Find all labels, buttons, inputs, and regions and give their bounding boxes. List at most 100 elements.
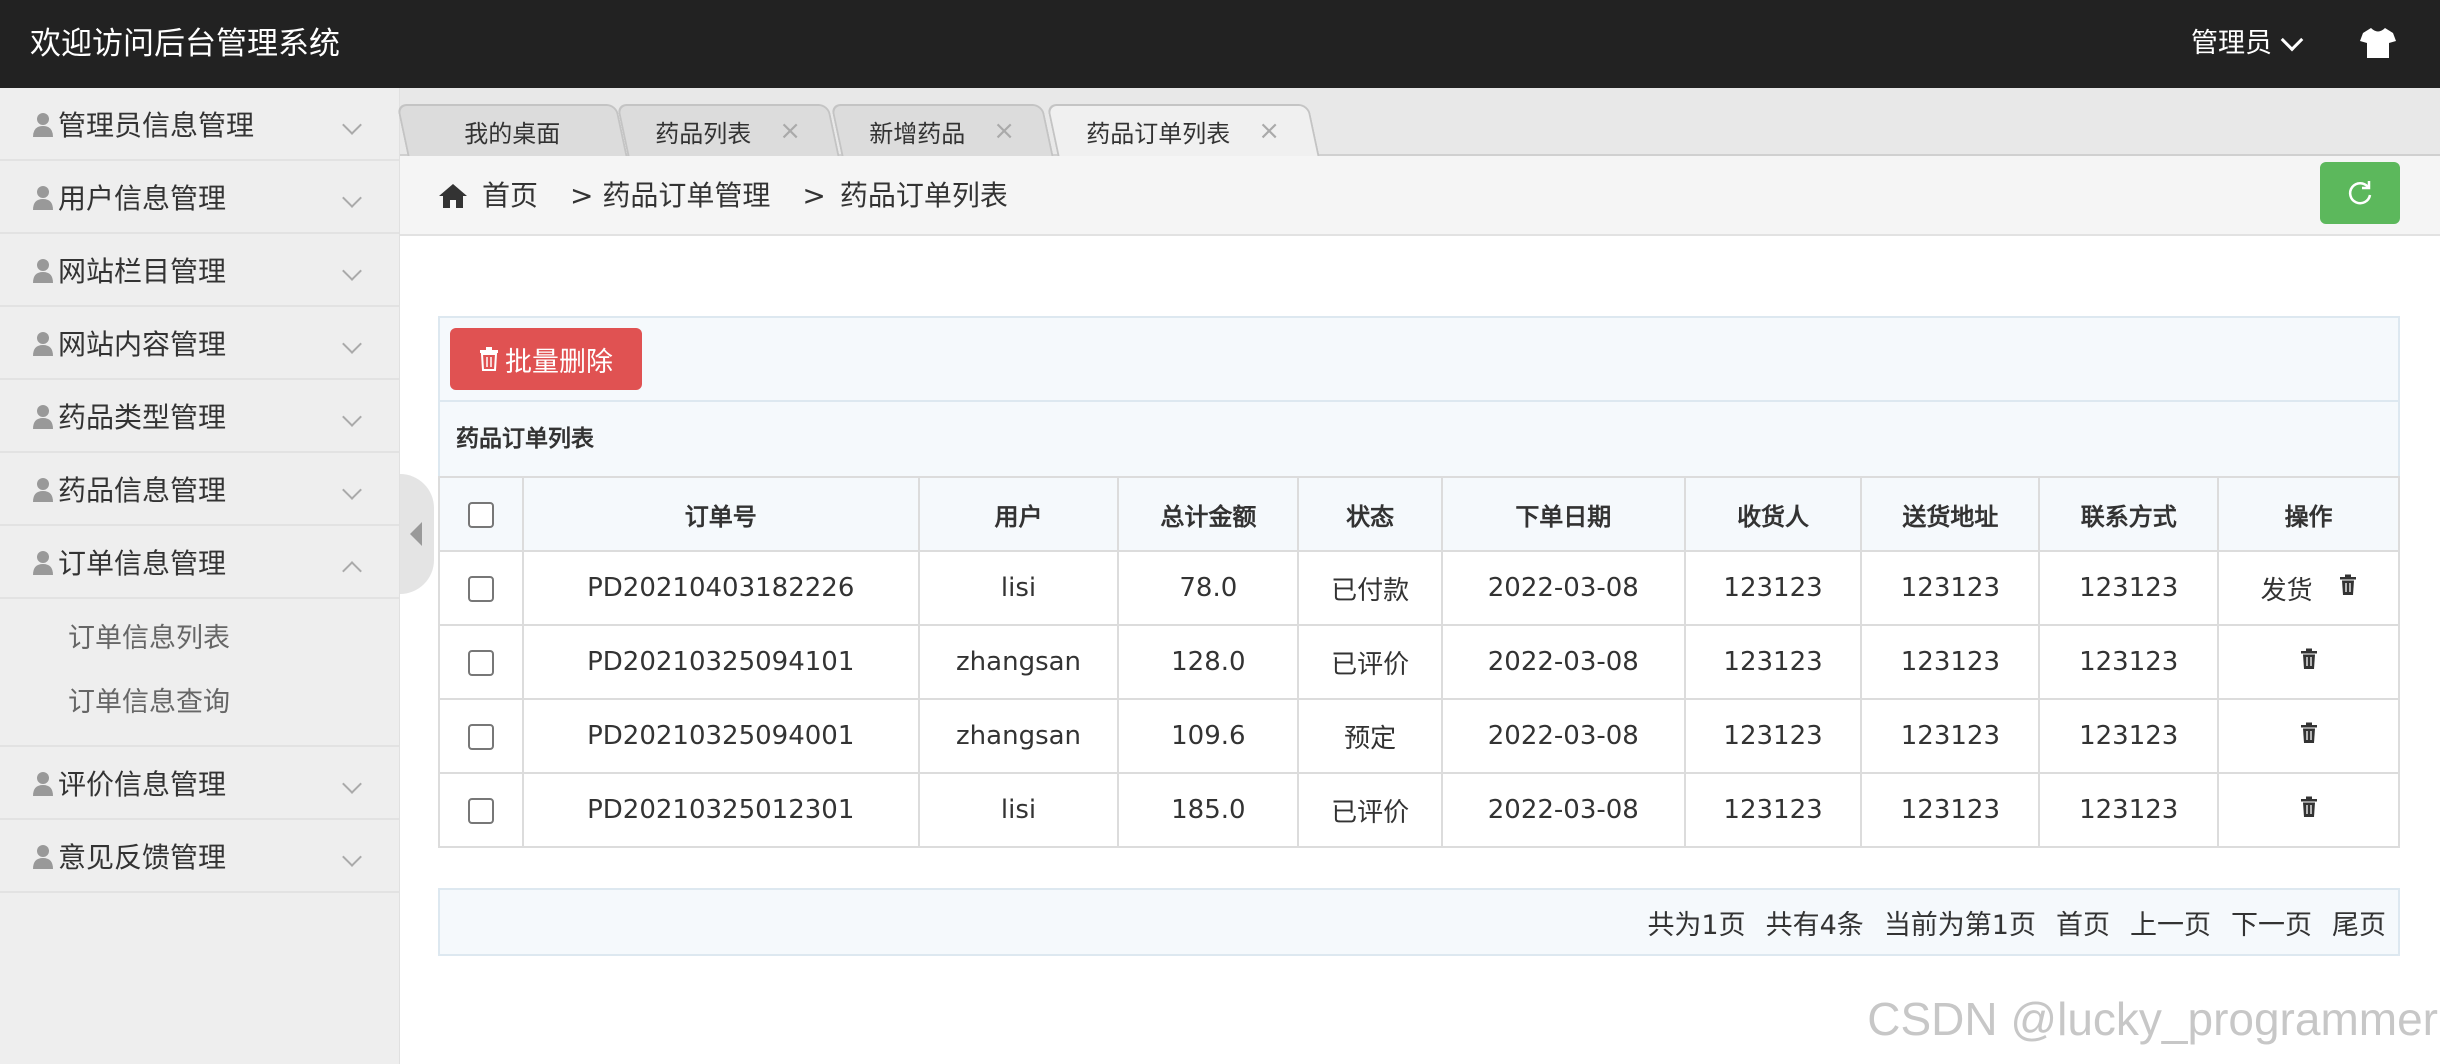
sidebar-item[interactable]: 评价信息管理 — [0, 747, 399, 820]
cell-contact: 123123 — [2038, 698, 2220, 774]
pagination: 共为1页 共有4条 当前为第1页 首页 上一页 下一页 尾页 — [438, 888, 2400, 956]
refresh-button[interactable] — [2320, 162, 2400, 224]
admin-menu[interactable]: 管理员 — [2191, 22, 2304, 66]
row-checkbox[interactable] — [467, 723, 494, 750]
row-checkbox[interactable] — [467, 649, 494, 676]
user-icon — [32, 769, 54, 797]
cell-total: 185.0 — [1117, 772, 1300, 848]
home-icon — [439, 184, 467, 208]
tab-drug-order-list[interactable]: 药品订单列表 × — [1046, 104, 1320, 156]
tab-bar: 我的桌面 药品列表 × 新增药品 × 药品订单列表 × — [396, 88, 2440, 156]
column-header: 收货人 — [1683, 476, 1863, 552]
table-row: PD20210325094101 zhangsan 128.0 已评价 2022-03-… — [438, 624, 2400, 700]
close-icon[interactable]: × — [1258, 116, 1280, 146]
pager-prev-link[interactable]: 上一页 — [2130, 903, 2211, 942]
chevron-down-icon — [342, 334, 362, 354]
sidebar-item[interactable]: 药品信息管理 — [0, 453, 399, 526]
batch-delete-label: 批量删除 — [505, 346, 613, 378]
chevron-down-icon — [342, 480, 362, 500]
sidebar-item-label: 网站内容管理 — [58, 327, 227, 361]
refresh-icon — [2348, 181, 2372, 205]
column-header: 用户 — [917, 476, 1120, 552]
user-icon — [32, 256, 54, 284]
sidebar-item[interactable]: 意见反馈管理 — [0, 820, 399, 893]
user-icon — [32, 110, 54, 138]
pager-next-link[interactable]: 下一页 — [2231, 903, 2312, 942]
orders-table: 订单号 用户 总计金额 状态 下单日期 收货人 送货地址 联系方式 操作 PD2… — [438, 476, 2400, 848]
cell-order-no: PD20210325012301 — [521, 772, 920, 848]
sidebar-collapse-toggle[interactable] — [400, 474, 434, 594]
list-toolbar: 批量删除 — [438, 316, 2400, 402]
column-header: 订单号 — [521, 476, 920, 552]
user-icon — [32, 475, 54, 503]
breadcrumb-home[interactable]: 首页 — [482, 174, 538, 218]
cell-receiver: 123123 — [1683, 772, 1863, 848]
pager-first-link[interactable]: 首页 — [2056, 903, 2110, 942]
row-select-cell — [438, 624, 524, 700]
cell-status: 已评价 — [1297, 624, 1443, 700]
breadcrumb: 首页 > 药品订单管理 > 药品订单列表 — [438, 174, 1008, 218]
tab-add-drug[interactable]: 新增药品 × — [830, 104, 1054, 156]
breadcrumb-bar: 首页 > 药品订单管理 > 药品订单列表 — [400, 156, 2440, 236]
tab-label: 药品列表 — [655, 119, 752, 148]
delete-row-icon[interactable] — [2300, 795, 2318, 825]
table-row: PD20210325094001 zhangsan 109.6 预定 2022-03-0… — [438, 698, 2400, 774]
close-icon[interactable]: × — [779, 116, 801, 146]
cell-contact: 123123 — [2038, 550, 2220, 626]
row-checkbox[interactable] — [467, 797, 494, 824]
shirt-icon[interactable] — [2360, 26, 2396, 60]
table-title: 药品订单列表 — [438, 402, 2400, 478]
cell-user: zhangsan — [917, 624, 1120, 700]
column-header: 状态 — [1297, 476, 1443, 552]
tab-label: 我的桌面 — [464, 119, 561, 148]
tab-my-desktop[interactable]: 我的桌面 — [396, 104, 628, 156]
select-all-checkbox[interactable] — [467, 502, 494, 528]
sidebar-item[interactable]: 管理员信息管理 — [0, 88, 399, 161]
sidebar-item-label: 药品类型管理 — [58, 400, 227, 434]
delete-row-icon[interactable] — [2339, 573, 2357, 603]
sidebar-item[interactable]: 订单信息管理 — [0, 526, 399, 599]
user-icon — [32, 548, 54, 576]
pager-last-link[interactable]: 尾页 — [2332, 903, 2386, 942]
cell-receiver: 123123 — [1683, 624, 1863, 700]
sidebar-subitem[interactable]: 订单信息列表 — [0, 607, 399, 671]
row-actions-cell: 发货 — [2217, 550, 2400, 626]
user-icon — [32, 183, 54, 211]
sidebar-item[interactable]: 网站内容管理 — [0, 307, 399, 380]
sidebar-item[interactable]: 药品类型管理 — [0, 380, 399, 453]
cell-user: zhangsan — [917, 698, 1120, 774]
sidebar-item-label: 管理员信息管理 — [58, 108, 255, 142]
watermark: CSDN @lucky_programmer — [1867, 993, 2438, 1045]
admin-label: 管理员 — [2191, 28, 2272, 59]
cell-order-no: PD20210403182226 — [521, 550, 920, 626]
column-header: 总计金额 — [1117, 476, 1300, 552]
sidebar-subitem[interactable]: 订单信息查询 — [0, 671, 399, 735]
batch-delete-button[interactable]: 批量删除 — [450, 328, 642, 390]
sidebar-item[interactable]: 用户信息管理 — [0, 161, 399, 234]
cell-status: 预定 — [1297, 698, 1443, 774]
table-row: PD20210403182226 lisi 78.0 已付款 2022-03-08 123… — [438, 550, 2400, 626]
sidebar-submenu: 订单信息列表 订单信息查询 — [0, 599, 399, 747]
breadcrumb-order-management[interactable]: > 药品订单管理 — [570, 174, 770, 218]
tab-drug-list[interactable]: 药品列表 × — [616, 104, 840, 156]
chevron-down-icon — [342, 261, 362, 281]
caret-left-icon — [410, 522, 422, 546]
breadcrumb-current: 药品订单列表 — [839, 179, 1008, 212]
table-row: PD20210325012301 lisi 185.0 已评价 2022-03-08 12… — [438, 772, 2400, 848]
close-icon[interactable]: × — [993, 116, 1015, 146]
ship-button[interactable]: 发货 — [2261, 570, 2313, 607]
sidebar: 管理员信息管理 用户信息管理 网站栏目管理 网站内容管理 药品类型管理 药品信息管理 订单信… — [0, 88, 400, 1064]
column-header: 送货地址 — [1860, 476, 2041, 552]
cell-order-no: PD20210325094101 — [521, 624, 920, 700]
app-title: 欢迎访问后台管理系统 — [30, 26, 340, 62]
sidebar-item[interactable]: 网站栏目管理 — [0, 234, 399, 307]
cell-date: 2022-03-08 — [1440, 550, 1686, 626]
sidebar-item-label: 用户信息管理 — [58, 181, 227, 215]
cell-contact: 123123 — [2038, 772, 2220, 848]
delete-row-icon[interactable] — [2300, 647, 2318, 677]
row-checkbox[interactable] — [467, 575, 494, 602]
chevron-down-icon — [342, 188, 362, 208]
delete-row-icon[interactable] — [2300, 721, 2318, 751]
cell-date: 2022-03-08 — [1440, 698, 1686, 774]
pager-total-items: 共有4条 — [1765, 909, 1864, 941]
